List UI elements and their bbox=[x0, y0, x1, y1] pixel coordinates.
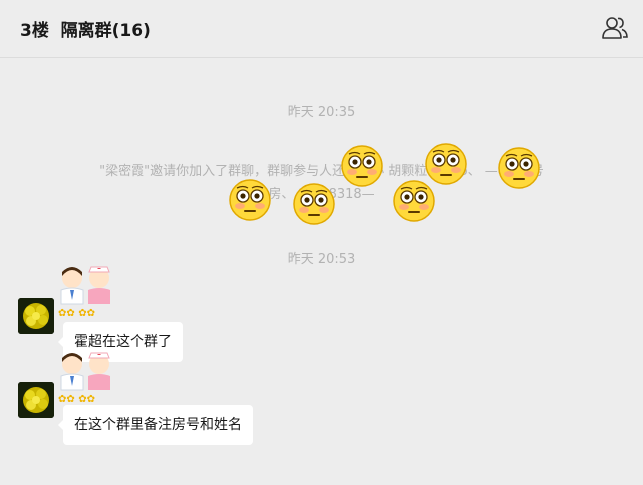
chat-title: 3楼 隔离群(16) bbox=[20, 21, 151, 41]
doctor-nurse-sticker: ✿✿ ✿✿ bbox=[58, 352, 110, 404]
svg-text:✿✿ ✿✿: ✿✿ ✿✿ bbox=[58, 394, 95, 404]
flushed-face-emoji bbox=[498, 147, 540, 189]
flushed-face-emoji bbox=[293, 183, 335, 225]
people-icon[interactable] bbox=[601, 14, 629, 42]
doctor-nurse-sticker: ✿✿ ✿✿ bbox=[58, 266, 110, 318]
flushed-face-emoji bbox=[393, 180, 435, 222]
timestamp: 昨天 20:53 bbox=[287, 252, 356, 267]
chat-header: 3楼 隔离群(16) bbox=[0, 0, 643, 58]
flushed-face-emoji bbox=[229, 179, 271, 221]
timestamp: 昨天 20:35 bbox=[287, 105, 356, 120]
yellow-flower-avatar[interactable] bbox=[18, 298, 54, 334]
flushed-face-emoji bbox=[341, 145, 383, 187]
svg-text:✿✿ ✿✿: ✿✿ ✿✿ bbox=[58, 308, 95, 318]
chat-window: 3楼 隔离群(16) 昨天 20:35 "梁密霞"邀请你加入了群聊，群聊参与人还… bbox=[0, 0, 643, 485]
message-bubble[interactable]: 在这个群里备注房号和姓名 bbox=[58, 405, 253, 445]
yellow-flower-avatar[interactable] bbox=[18, 382, 54, 418]
